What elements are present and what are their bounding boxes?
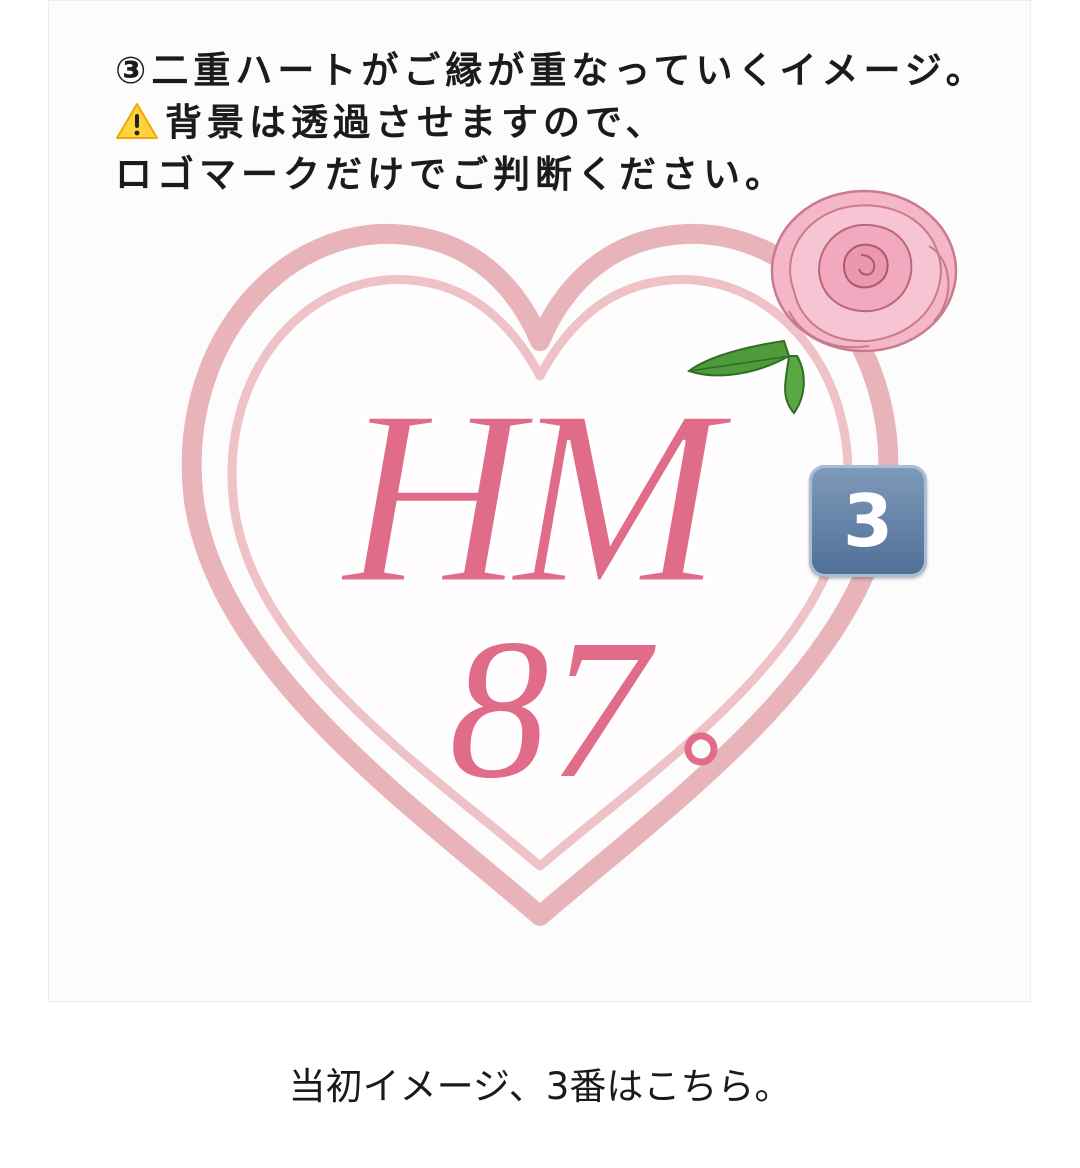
note-line-2: 背景は透過させますので、	[115, 97, 988, 149]
logo-number: 87	[449, 599, 656, 820]
note-line-2-text: 背景は透過させますので、	[165, 101, 668, 144]
image-caption: 当初イメージ、3番はこちら。	[288, 1065, 792, 1108]
logo-dot	[684, 732, 718, 766]
warning-icon	[115, 101, 159, 141]
post-image[interactable]: ③二重ハートがご縁が重なっていくイメージ。 背景は透過させますので、 ロゴマーク…	[48, 0, 1031, 1002]
number-badge: 3	[809, 465, 927, 577]
note-line-1: ③二重ハートがご縁が重なっていくイメージ。	[115, 49, 988, 92]
logo-monogram: HM	[340, 359, 734, 636]
